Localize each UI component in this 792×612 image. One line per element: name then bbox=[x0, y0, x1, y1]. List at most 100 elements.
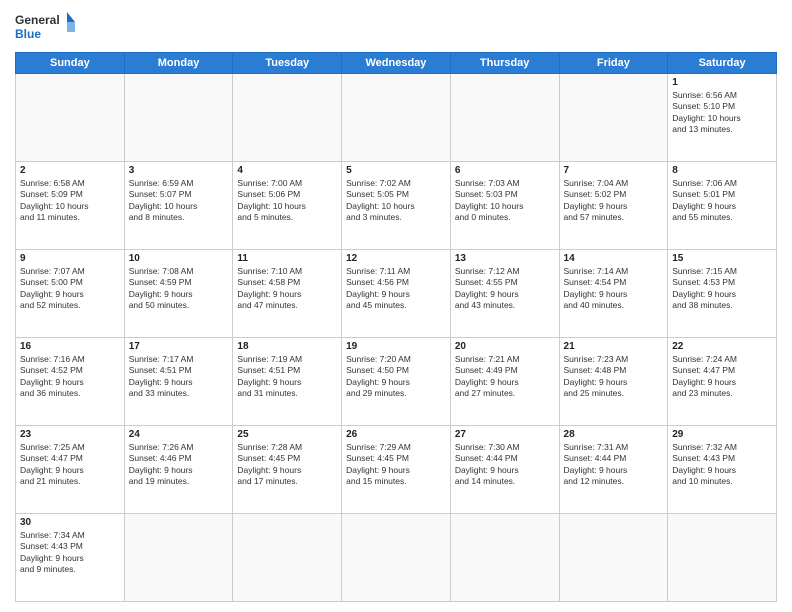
day-info: Sunrise: 7:29 AM Sunset: 4:45 PM Dayligh… bbox=[346, 442, 446, 488]
svg-text:General: General bbox=[15, 13, 60, 27]
calendar-cell: 10Sunrise: 7:08 AM Sunset: 4:59 PM Dayli… bbox=[124, 250, 233, 338]
day-number: 1 bbox=[672, 77, 772, 88]
weekday-header-monday: Monday bbox=[124, 53, 233, 74]
header: General Blue bbox=[15, 10, 777, 46]
calendar-cell bbox=[450, 74, 559, 162]
day-number: 6 bbox=[455, 165, 555, 176]
calendar-cell: 22 Sunrise: 7:24 AM Sunset: 4:47 PM Dayli… bbox=[668, 338, 777, 426]
calendar-cell: 20 Sunrise: 7:21 AM Sunset: 4:49 PM Dayli… bbox=[450, 338, 559, 426]
calendar-cell: 2Sunrise: 6:58 AM Sunset: 5:09 PM Daylig… bbox=[16, 162, 125, 250]
day-number: 30 bbox=[20, 517, 120, 528]
calendar-week-row: 2Sunrise: 6:58 AM Sunset: 5:09 PM Daylig… bbox=[16, 162, 777, 250]
day-info: Sunrise: 6:56 AM Sunset: 5:10 PM Dayligh… bbox=[672, 90, 772, 136]
logo: General Blue bbox=[15, 10, 75, 46]
calendar-week-row: 23 Sunrise: 7:25 AM Sunset: 4:47 PM Dayli… bbox=[16, 426, 777, 514]
day-number: 17 bbox=[129, 341, 229, 352]
day-info: Sunrise: 7:07 AM Sunset: 5:00 PM Dayligh… bbox=[20, 266, 120, 312]
day-number: 8 bbox=[672, 165, 772, 176]
day-info: Sunrise: 7:28 AM Sunset: 4:45 PM Dayligh… bbox=[237, 442, 337, 488]
day-info: Sunrise: 7:26 AM Sunset: 4:46 PM Dayligh… bbox=[129, 442, 229, 488]
day-number: 22 bbox=[672, 341, 772, 352]
day-number: 10 bbox=[129, 253, 229, 264]
weekday-header-wednesday: Wednesday bbox=[342, 53, 451, 74]
day-number: 20 bbox=[455, 341, 555, 352]
day-number: 5 bbox=[346, 165, 446, 176]
calendar-cell bbox=[16, 74, 125, 162]
day-number: 15 bbox=[672, 253, 772, 264]
calendar-cell: 26Sunrise: 7:29 AM Sunset: 4:45 PM Dayli… bbox=[342, 426, 451, 514]
day-info: Sunrise: 7:16 AM Sunset: 4:52 PM Dayligh… bbox=[20, 354, 120, 400]
day-info: Sunrise: 7:10 AM Sunset: 4:58 PM Dayligh… bbox=[237, 266, 337, 312]
day-info: Sunrise: 7:03 AM Sunset: 5:03 PM Dayligh… bbox=[455, 178, 555, 224]
calendar-cell: 9 Sunrise: 7:07 AM Sunset: 5:00 PM Daylig… bbox=[16, 250, 125, 338]
calendar-cell bbox=[124, 514, 233, 602]
calendar-cell bbox=[124, 74, 233, 162]
day-info: Sunrise: 7:31 AM Sunset: 4:44 PM Dayligh… bbox=[564, 442, 664, 488]
calendar-cell: 30 Sunrise: 7:34 AM Sunset: 4:43 PM Dayli… bbox=[16, 514, 125, 602]
calendar-cell bbox=[233, 514, 342, 602]
day-info: Sunrise: 7:12 AM Sunset: 4:55 PM Dayligh… bbox=[455, 266, 555, 312]
weekday-header-sunday: Sunday bbox=[16, 53, 125, 74]
day-number: 4 bbox=[237, 165, 337, 176]
calendar-cell bbox=[668, 514, 777, 602]
calendar-cell: 28 Sunrise: 7:31 AM Sunset: 4:44 PM Dayli… bbox=[559, 426, 668, 514]
calendar-cell bbox=[342, 74, 451, 162]
day-number: 12 bbox=[346, 253, 446, 264]
calendar-cell: 23 Sunrise: 7:25 AM Sunset: 4:47 PM Dayli… bbox=[16, 426, 125, 514]
day-info: Sunrise: 7:17 AM Sunset: 4:51 PM Dayligh… bbox=[129, 354, 229, 400]
calendar-cell: 5 Sunrise: 7:02 AM Sunset: 5:05 PM Daylig… bbox=[342, 162, 451, 250]
calendar-cell: 17 Sunrise: 7:17 AM Sunset: 4:51 PM Dayli… bbox=[124, 338, 233, 426]
day-info: Sunrise: 7:00 AM Sunset: 5:06 PM Dayligh… bbox=[237, 178, 337, 224]
day-number: 29 bbox=[672, 429, 772, 440]
day-info: Sunrise: 7:25 AM Sunset: 4:47 PM Dayligh… bbox=[20, 442, 120, 488]
calendar-cell: 6 Sunrise: 7:03 AM Sunset: 5:03 PM Daylig… bbox=[450, 162, 559, 250]
calendar-cell: 1 Sunrise: 6:56 AM Sunset: 5:10 PM Daylig… bbox=[668, 74, 777, 162]
day-info: Sunrise: 7:24 AM Sunset: 4:47 PM Dayligh… bbox=[672, 354, 772, 400]
calendar-cell: 14Sunrise: 7:14 AM Sunset: 4:54 PM Dayli… bbox=[559, 250, 668, 338]
page: General Blue SundayMondayTuesdayWednesda… bbox=[0, 0, 792, 612]
weekday-header-thursday: Thursday bbox=[450, 53, 559, 74]
day-number: 28 bbox=[564, 429, 664, 440]
day-info: Sunrise: 7:15 AM Sunset: 4:53 PM Dayligh… bbox=[672, 266, 772, 312]
day-number: 23 bbox=[20, 429, 120, 440]
day-number: 9 bbox=[20, 253, 120, 264]
day-info: Sunrise: 7:34 AM Sunset: 4:43 PM Dayligh… bbox=[20, 530, 120, 576]
calendar-cell: 8 Sunrise: 7:06 AM Sunset: 5:01 PM Daylig… bbox=[668, 162, 777, 250]
calendar-cell bbox=[450, 514, 559, 602]
calendar-week-row: 16 Sunrise: 7:16 AM Sunset: 4:52 PM Dayli… bbox=[16, 338, 777, 426]
calendar-cell: 12 Sunrise: 7:11 AM Sunset: 4:56 PM Dayli… bbox=[342, 250, 451, 338]
calendar-cell: 27Sunrise: 7:30 AM Sunset: 4:44 PM Dayli… bbox=[450, 426, 559, 514]
weekday-header-friday: Friday bbox=[559, 53, 668, 74]
calendar-cell bbox=[559, 74, 668, 162]
day-number: 21 bbox=[564, 341, 664, 352]
day-info: Sunrise: 7:21 AM Sunset: 4:49 PM Dayligh… bbox=[455, 354, 555, 400]
calendar-week-row: 30 Sunrise: 7:34 AM Sunset: 4:43 PM Dayli… bbox=[16, 514, 777, 602]
day-number: 19 bbox=[346, 341, 446, 352]
day-number: 7 bbox=[564, 165, 664, 176]
day-info: Sunrise: 7:23 AM Sunset: 4:48 PM Dayligh… bbox=[564, 354, 664, 400]
day-info: Sunrise: 6:59 AM Sunset: 5:07 PM Dayligh… bbox=[129, 178, 229, 224]
calendar-cell: 18Sunrise: 7:19 AM Sunset: 4:51 PM Dayli… bbox=[233, 338, 342, 426]
day-number: 3 bbox=[129, 165, 229, 176]
day-info: Sunrise: 6:58 AM Sunset: 5:09 PM Dayligh… bbox=[20, 178, 120, 224]
calendar-cell: 11Sunrise: 7:10 AM Sunset: 4:58 PM Dayli… bbox=[233, 250, 342, 338]
day-info: Sunrise: 7:06 AM Sunset: 5:01 PM Dayligh… bbox=[672, 178, 772, 224]
calendar-cell: 25 Sunrise: 7:28 AM Sunset: 4:45 PM Dayli… bbox=[233, 426, 342, 514]
calendar-cell bbox=[342, 514, 451, 602]
calendar-cell bbox=[233, 74, 342, 162]
calendar-week-row: 9 Sunrise: 7:07 AM Sunset: 5:00 PM Daylig… bbox=[16, 250, 777, 338]
day-info: Sunrise: 7:02 AM Sunset: 5:05 PM Dayligh… bbox=[346, 178, 446, 224]
calendar-cell: 13Sunrise: 7:12 AM Sunset: 4:55 PM Dayli… bbox=[450, 250, 559, 338]
day-info: Sunrise: 7:04 AM Sunset: 5:02 PM Dayligh… bbox=[564, 178, 664, 224]
calendar-week-row: 1 Sunrise: 6:56 AM Sunset: 5:10 PM Daylig… bbox=[16, 74, 777, 162]
weekday-header-tuesday: Tuesday bbox=[233, 53, 342, 74]
day-number: 25 bbox=[237, 429, 337, 440]
logo-svg: General Blue bbox=[15, 10, 75, 46]
calendar-cell bbox=[559, 514, 668, 602]
day-info: Sunrise: 7:11 AM Sunset: 4:56 PM Dayligh… bbox=[346, 266, 446, 312]
calendar-cell: 24 Sunrise: 7:26 AM Sunset: 4:46 PM Dayli… bbox=[124, 426, 233, 514]
weekday-header-saturday: Saturday bbox=[668, 53, 777, 74]
day-info: Sunrise: 7:14 AM Sunset: 4:54 PM Dayligh… bbox=[564, 266, 664, 312]
day-number: 16 bbox=[20, 341, 120, 352]
day-number: 24 bbox=[129, 429, 229, 440]
